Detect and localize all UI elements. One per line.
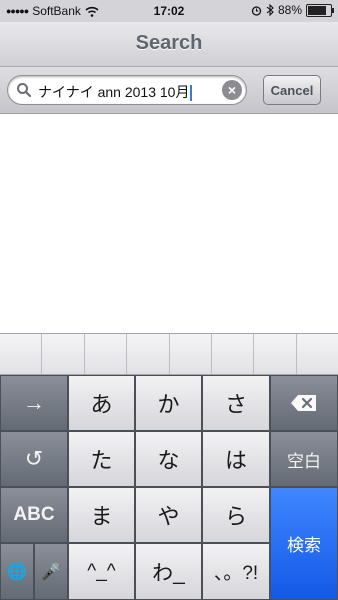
- status-bar: ●●●●● SoftBank 17:02 88%: [0, 0, 338, 22]
- battery-icon: [306, 3, 334, 17]
- search-field[interactable]: ナイナイ ann 2013 10月 ×: [7, 75, 247, 105]
- search-input-value: ナイナイ ann 2013 10月: [38, 84, 190, 100]
- candidate-slot[interactable]: [127, 334, 170, 374]
- battery-fill: [308, 5, 326, 15]
- key-ha[interactable]: は: [202, 431, 270, 487]
- search-key[interactable]: 検索: [270, 487, 338, 600]
- key-wa[interactable]: わ_: [135, 543, 202, 600]
- cancel-button[interactable]: Cancel: [263, 75, 321, 105]
- microphone-icon[interactable]: 🎤: [34, 543, 68, 600]
- search-bar: ナイナイ ann 2013 10月 × Cancel: [0, 67, 338, 114]
- delete-icon: [291, 395, 316, 411]
- key-emoticon[interactable]: ^_^: [68, 543, 135, 600]
- clear-icon[interactable]: ×: [222, 80, 242, 100]
- arrow-right-key[interactable]: →: [0, 375, 68, 431]
- battery-percentage: 88%: [277, 3, 302, 17]
- page-title: Search: [135, 32, 203, 54]
- candidate-slot[interactable]: [212, 334, 255, 374]
- status-right: 88%: [251, 3, 334, 17]
- key-ya[interactable]: や: [135, 487, 202, 543]
- search-input[interactable]: ナイナイ ann 2013 10月: [38, 82, 193, 102]
- key-na[interactable]: な: [135, 431, 202, 487]
- candidate-slot[interactable]: [170, 334, 212, 374]
- key-ta[interactable]: た: [68, 431, 135, 487]
- search-icon: [17, 83, 32, 98]
- candidate-bar: [0, 333, 338, 375]
- candidate-slot[interactable]: [42, 334, 85, 374]
- key-sa[interactable]: さ: [202, 375, 270, 431]
- key-ka[interactable]: か: [135, 375, 202, 431]
- navigation-bar: Search: [0, 22, 338, 67]
- delete-key[interactable]: [270, 375, 338, 431]
- space-key[interactable]: 空白: [270, 431, 338, 487]
- candidate-slot[interactable]: [85, 334, 128, 374]
- text-caret: [190, 85, 193, 102]
- undo-key[interactable]: ↺: [0, 431, 68, 487]
- bluetooth-icon: [266, 4, 274, 16]
- globe-icon[interactable]: 🌐: [0, 543, 34, 600]
- key-a[interactable]: あ: [68, 375, 135, 431]
- candidate-slot[interactable]: [254, 334, 297, 374]
- japanese-keyboard: → あ か さ ↺ た な は 空白 ABC ま や ら 検索 🌐 🎤 ^_^ …: [0, 375, 338, 600]
- key-punctuation[interactable]: 、。?!: [202, 543, 270, 600]
- candidate-slot[interactable]: [297, 334, 338, 374]
- candidate-slot[interactable]: [0, 334, 43, 374]
- abc-key[interactable]: ABC: [0, 487, 68, 543]
- key-ra[interactable]: ら: [202, 487, 270, 543]
- alarm-icon: [251, 5, 262, 16]
- key-ma[interactable]: ま: [68, 487, 135, 543]
